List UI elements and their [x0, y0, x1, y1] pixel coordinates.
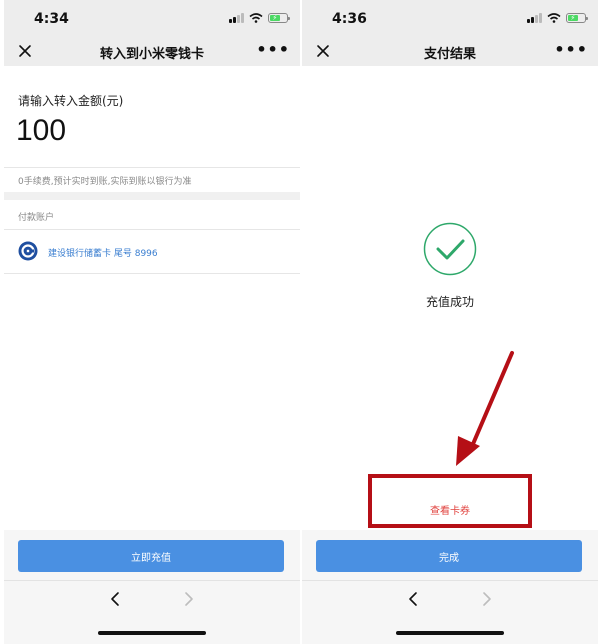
status-icons: ⚡	[527, 13, 588, 23]
more-icon[interactable]: •••	[256, 40, 290, 59]
signal-icon	[229, 13, 244, 23]
amount-input[interactable]: 100	[16, 114, 66, 148]
success-message: 充值成功	[425, 295, 474, 309]
footer: 完成	[302, 530, 598, 580]
chevron-right-icon[interactable]	[180, 591, 196, 607]
browser-bottom-nav	[302, 580, 598, 644]
annotation-highlight-box	[368, 474, 532, 528]
payment-result: 充值成功 查看卡券	[302, 66, 598, 530]
battery-icon: ⚡	[566, 13, 588, 23]
close-icon[interactable]	[16, 42, 34, 60]
chevron-right-icon[interactable]	[478, 591, 494, 607]
wifi-icon	[547, 13, 561, 23]
check-circle-icon	[423, 222, 477, 276]
battery-icon: ⚡	[268, 13, 290, 23]
phone-screen-left: 4:34 ⚡ 转入到小米零钱卡 ••• 请输入转入金额(元) 100 0手续费,…	[4, 0, 300, 644]
footer: 立即充值	[4, 530, 300, 580]
chevron-left-icon[interactable]	[406, 591, 422, 607]
nav-bar: 转入到小米零钱卡 •••	[4, 36, 300, 66]
nav-bar: 支付结果 •••	[302, 36, 598, 66]
pay-account-label: 付款账户	[18, 213, 55, 223]
wifi-icon	[249, 13, 263, 23]
divider	[4, 273, 300, 274]
close-icon[interactable]	[314, 42, 332, 60]
status-bar: 4:34 ⚡	[4, 0, 300, 36]
status-time: 4:34	[34, 11, 69, 27]
home-indicator	[396, 631, 504, 635]
annotation-arrow	[456, 351, 514, 466]
page-title: 支付结果	[423, 47, 477, 62]
status-time: 4:36	[332, 11, 367, 27]
status-icons: ⚡	[229, 13, 290, 23]
amount-label: 请输入转入金额(元)	[18, 94, 124, 108]
recharge-button[interactable]: 立即充值	[18, 540, 284, 572]
bank-account-selector[interactable]: 建设银行储蓄卡 尾号 8996	[4, 232, 300, 272]
divider	[4, 229, 300, 230]
signal-icon	[527, 13, 542, 23]
ccb-logo-icon	[18, 241, 38, 261]
transfer-form: 请输入转入金额(元) 100 0手续费,预计实时到账,实际到账以银行为准 付款账…	[4, 66, 300, 530]
chevron-left-icon[interactable]	[108, 591, 124, 607]
bank-account-label: 建设银行储蓄卡 尾号 8996	[48, 249, 158, 259]
fee-note: 0手续费,预计实时到账,实际到账以银行为准	[18, 177, 192, 187]
section-separator	[4, 192, 300, 200]
status-bar: 4:36 ⚡	[302, 0, 598, 36]
more-icon[interactable]: •••	[554, 40, 588, 59]
phone-screen-right: 4:36 ⚡ 支付结果 ••• 充值成功 查看卡券 完成	[302, 0, 598, 644]
browser-bottom-nav	[4, 580, 300, 644]
home-indicator	[98, 631, 206, 635]
done-button[interactable]: 完成	[316, 540, 582, 572]
page-title: 转入到小米零钱卡	[99, 47, 205, 62]
divider	[4, 167, 300, 168]
